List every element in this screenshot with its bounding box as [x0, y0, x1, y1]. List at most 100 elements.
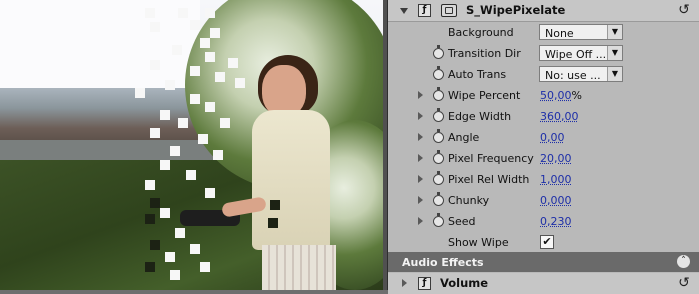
expand-triangle-icon[interactable] — [418, 112, 423, 120]
pixel-block — [268, 218, 278, 228]
dropdown-arrow-icon[interactable]: ▼ — [607, 46, 622, 60]
param-value[interactable]: 0,00 — [540, 131, 565, 144]
param-row-wipe-percent: Wipe Percent 50,00% — [388, 85, 699, 106]
pixel-block — [150, 240, 160, 250]
pixel-block — [150, 60, 160, 70]
pixel-block — [178, 118, 188, 128]
param-value-text[interactable]: 0,230 — [540, 215, 572, 228]
param-value-text[interactable]: 0,00 — [540, 131, 565, 144]
preview-street — [0, 140, 230, 162]
volume-effect-row[interactable]: ƒ Volume ↺ — [388, 273, 699, 294]
stopwatch-icon[interactable] — [433, 129, 444, 143]
pixel-block — [150, 128, 160, 138]
param-row-pixel-rel-width: Pixel Rel Width 1,000 — [388, 169, 699, 190]
param-value-text[interactable]: 20,00 — [540, 152, 572, 165]
dropdown-arrow-icon[interactable]: ▼ — [607, 67, 622, 81]
pixel-block — [190, 66, 200, 76]
param-dropdown[interactable]: None ▼ — [539, 24, 623, 40]
pixel-block — [160, 110, 170, 120]
param-dropdown[interactable]: No: use ... ▼ — [539, 66, 623, 82]
pixel-block — [165, 80, 175, 90]
param-row-show-wipe: Show Wipe ✔ — [388, 232, 699, 253]
dropdown-value: No: use ... — [545, 69, 601, 82]
pixel-block — [175, 228, 185, 238]
audio-effects-title: Audio Effects — [402, 256, 484, 269]
reset-icon[interactable]: ↺ — [676, 275, 692, 291]
param-row-transition-dir: Transition Dir Wipe Off ... ▼ — [388, 43, 699, 64]
pixel-block — [170, 270, 180, 280]
pixel-block — [220, 118, 230, 128]
param-value-text[interactable]: 1,000 — [540, 173, 572, 186]
param-label: Auto Trans — [448, 68, 507, 81]
pixel-block — [190, 94, 200, 104]
stopwatch-icon[interactable] — [433, 66, 444, 80]
pixel-block — [270, 200, 280, 210]
dropdown-value: Wipe Off ... — [545, 48, 607, 61]
expand-triangle-icon[interactable] — [418, 217, 423, 225]
expand-triangle-icon[interactable] — [418, 133, 423, 141]
param-row-auto-trans: Auto Trans No: use ... ▼ — [388, 64, 699, 85]
param-label: Wipe Percent — [448, 89, 521, 102]
param-value[interactable]: 0,000 — [540, 194, 572, 207]
param-label: Pixel Frequency — [448, 152, 534, 165]
expand-triangle-icon[interactable] — [402, 279, 407, 287]
expand-triangle-icon[interactable] — [418, 91, 423, 99]
reset-icon[interactable]: ↺ — [676, 2, 692, 18]
stopwatch-icon[interactable] — [433, 45, 444, 59]
dropdown-value: None — [545, 27, 574, 40]
pixel-block — [213, 150, 223, 160]
video-preview — [0, 0, 383, 290]
pixel-block — [170, 146, 180, 156]
param-value[interactable]: 1,000 — [540, 173, 572, 186]
pixel-block — [228, 58, 238, 68]
stopwatch-icon[interactable] — [433, 150, 444, 164]
audio-effects-header[interactable]: Audio Effects ˄ — [388, 252, 699, 272]
pixel-block — [205, 188, 215, 198]
param-value-text[interactable]: 0,000 — [540, 194, 572, 207]
pixel-block — [160, 208, 170, 218]
pixel-block — [190, 20, 200, 30]
film-icon — [441, 4, 457, 17]
param-label: Angle — [448, 131, 480, 144]
fx-toggle-icon[interactable]: ƒ — [418, 277, 431, 290]
param-label: Seed — [448, 215, 476, 228]
expand-triangle-icon[interactable] — [418, 175, 423, 183]
fx-toggle-icon[interactable]: ƒ — [418, 4, 431, 17]
pixel-block — [135, 88, 145, 98]
param-dropdown[interactable]: Wipe Off ... ▼ — [539, 45, 623, 61]
stopwatch-icon[interactable] — [433, 192, 444, 206]
param-row-angle: Angle 0,00 — [388, 127, 699, 148]
volume-name: Volume — [440, 276, 489, 290]
expand-triangle-icon[interactable] — [418, 196, 423, 204]
param-row-edge-width: Edge Width 360,00 — [388, 106, 699, 127]
param-value-text[interactable]: 360,00 — [540, 110, 579, 123]
show-wipe-checkbox[interactable]: ✔ — [540, 235, 554, 249]
param-value[interactable]: 360,00 — [540, 110, 579, 123]
pixel-block — [145, 262, 155, 272]
param-label: Edge Width — [448, 110, 512, 123]
param-row-chunky: Chunky 0,000 — [388, 190, 699, 211]
stopwatch-icon[interactable] — [433, 108, 444, 122]
dropdown-arrow-icon[interactable]: ▼ — [607, 25, 622, 39]
effect-controls-panel: ƒ S_WipePixelate ↺ Background None ▼ Transi… — [383, 0, 699, 294]
param-value[interactable]: 0,230 — [540, 215, 572, 228]
param-label: Pixel Rel Width — [448, 173, 530, 186]
pixel-block — [145, 214, 155, 224]
stopwatch-icon[interactable] — [433, 213, 444, 227]
param-value[interactable]: 50,00% — [540, 89, 582, 102]
param-unit: % — [571, 89, 582, 102]
pixel-block — [205, 52, 215, 62]
param-label: Chunky — [448, 194, 490, 207]
param-value-text[interactable]: 50,00 — [540, 89, 572, 102]
param-label: Background — [448, 26, 514, 39]
collapse-up-icon[interactable]: ˄ — [677, 255, 690, 268]
stopwatch-icon[interactable] — [433, 87, 444, 101]
param-value[interactable]: 20,00 — [540, 152, 572, 165]
expand-triangle-icon[interactable] — [418, 154, 423, 162]
stopwatch-icon[interactable] — [433, 171, 444, 185]
effect-header-row[interactable]: ƒ S_WipePixelate ↺ — [388, 0, 699, 22]
pixel-block — [160, 160, 170, 170]
collapse-triangle-icon[interactable] — [400, 8, 408, 14]
pixel-block — [145, 180, 155, 190]
pixel-block — [190, 244, 200, 254]
